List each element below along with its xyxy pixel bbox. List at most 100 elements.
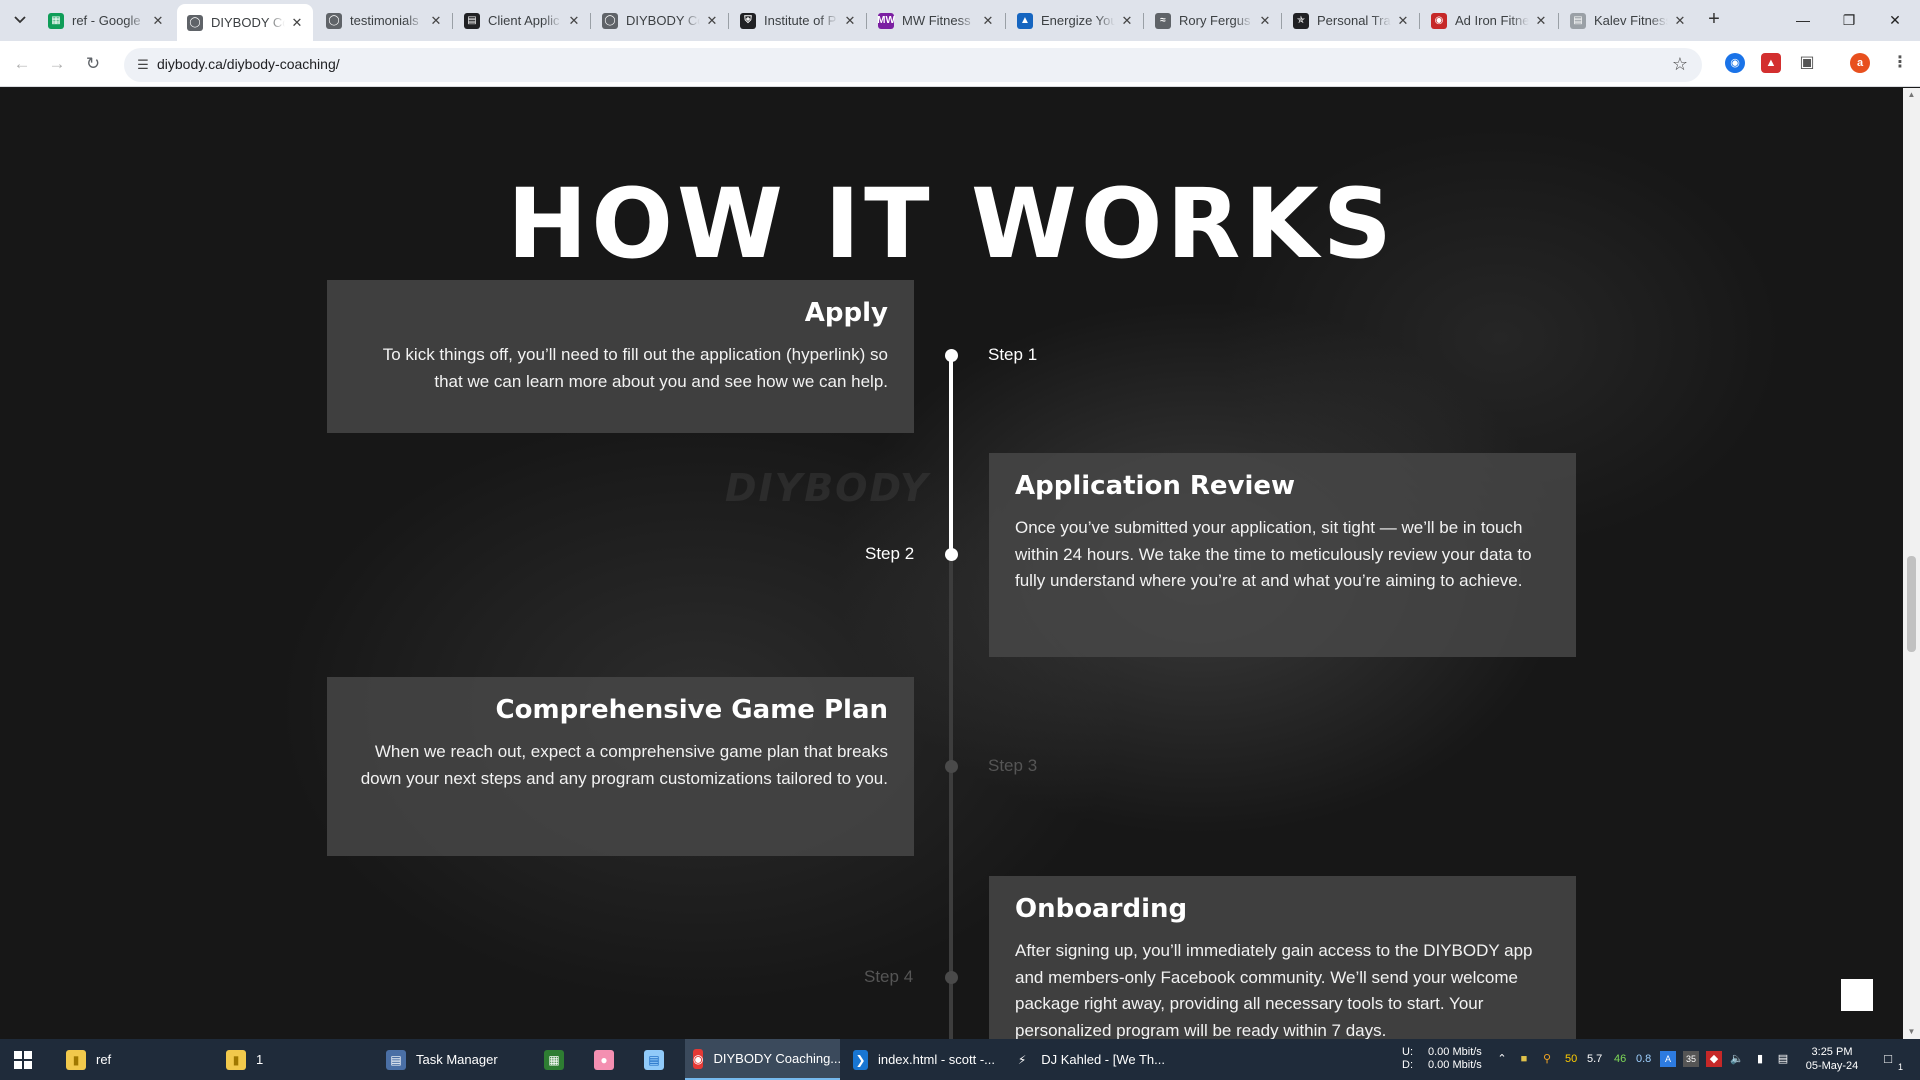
net-up-speed: 0.00 Mbit/s [1428,1046,1482,1058]
close-window-button[interactable]: ✕ [1872,4,1918,36]
back-to-top-button[interactable] [1841,979,1873,1011]
network-icon[interactable]: ▤ [1775,1051,1791,1067]
notifications-icon[interactable]: □ [1880,1051,1896,1067]
tray-security-icon[interactable]: ◆ [1706,1051,1722,1067]
taskbar-item[interactable]: ▮ ref [58,1039,208,1080]
minimize-button[interactable]: — [1780,4,1826,36]
close-tab-icon[interactable]: ✕ [704,13,720,29]
scroll-down-arrow-icon[interactable]: ▼ [1903,1025,1920,1039]
tab-title: Ad Iron Fitne [1455,13,1529,28]
tray-folder-icon[interactable]: ■ [1516,1051,1532,1067]
tray-stat-1: 50 [1565,1053,1578,1065]
close-tab-icon[interactable]: ✕ [1257,13,1273,29]
tab-strip: ▦ ref - Google ✕ ◯ DIYBODY Co ✕ ◯ testimonials ✕… [0,0,1920,41]
timeline-dot [945,760,958,773]
browser-tab[interactable]: ✯ Personal Tra ✕ [1283,6,1419,35]
browser-tab[interactable]: ⛨ Institute of P ✕ [730,6,866,35]
close-tab-icon[interactable]: ✕ [566,13,582,29]
tab-title: testimonials [350,13,419,28]
close-tab-icon[interactable]: ✕ [980,13,996,29]
taskbar-item[interactable]: ● [586,1039,626,1080]
extension-shield-icon[interactable]: ▲ [1761,53,1781,73]
task-manager-icon: ▤ [386,1049,406,1070]
forward-button[interactable]: → [43,50,71,78]
volume-icon[interactable]: 🔈 [1729,1051,1745,1067]
step-body: To kick things off, you’ll need to fill … [382,345,888,391]
browser-tab[interactable]: ◯ DIYBODY Co ✕ [592,6,728,35]
step-body: After signing up, you’ll immediately gai… [1015,941,1533,1039]
taskbar-item[interactable]: ⚡ DJ Kahled - [We Th... [1005,1039,1165,1080]
tab-title: Institute of P [764,13,837,28]
tray-expand-icon[interactable]: ⌃ [1494,1051,1510,1067]
extensions-puzzle-icon[interactable]: ▣ [1797,53,1817,73]
close-tab-icon[interactable]: ✕ [1533,13,1549,29]
vscode-icon: ❯ [853,1049,868,1070]
close-tab-icon[interactable]: ✕ [1119,13,1135,29]
close-tab-icon[interactable]: ✕ [842,13,858,29]
taskbar-item[interactable]: ❯ index.html - scott -... [845,1039,995,1080]
tab-search-button[interactable] [8,8,32,32]
tray-app-icon[interactable]: 35 [1683,1051,1699,1067]
site-info-icon[interactable]: ☰ [134,56,152,74]
profile-avatar[interactable]: a [1850,53,1870,73]
taskbar-item-label: ref [96,1052,112,1067]
step-card-game-plan: Comprehensive Game Plan When we reach ou… [327,677,914,856]
browser-tab[interactable]: ▤ Client Applic ✕ [454,6,590,35]
taskbar-item[interactable]: ▦ [536,1039,576,1080]
tab-title: Energize You [1041,13,1115,28]
close-tab-icon[interactable]: ✕ [428,13,444,29]
start-button[interactable] [0,1039,46,1080]
browser-tab[interactable]: MW MW Fitness ✕ [868,6,1004,35]
close-tab-icon[interactable]: ✕ [1672,13,1688,29]
browser-tab[interactable]: ◉ Ad Iron Fitne ✕ [1421,6,1557,35]
new-tab-button[interactable]: + [1702,8,1726,32]
browser-tab[interactable]: ▦ ref - Google ✕ [38,6,174,35]
clock-date[interactable]: 05-May-24 [1800,1060,1864,1073]
taskbar-item[interactable]: ▮ 1 [218,1039,368,1080]
folder-icon: ▮ [66,1049,86,1070]
windows-logo-icon [14,1050,32,1069]
tab-title: Client Applic [488,13,560,28]
taskbar-item[interactable]: ▤ [636,1039,676,1080]
timeline-dot [945,349,958,362]
restore-button[interactable]: ❐ [1826,4,1872,36]
browser-tab[interactable]: ◯ DIYBODY Co ✕ [177,4,313,41]
page-viewport: HOW IT WORKS DIYBODY Apply To kick thing… [0,88,1903,1039]
close-tab-icon[interactable]: ✕ [1395,13,1411,29]
tab-separator [728,13,729,29]
battery-icon[interactable]: ▮ [1752,1051,1768,1067]
net-down-label: D: [1402,1059,1413,1071]
timeline-dot [945,548,958,561]
browser-tab[interactable]: ▲ Energize You ✕ [1007,6,1143,35]
tab-title: Rory Fergus [1179,13,1251,28]
close-tab-icon[interactable]: ✕ [150,13,166,29]
url-text[interactable]: diybody.ca/diybody-coaching/ [157,56,340,72]
address-bar[interactable]: ☰ diybody.ca/diybody-coaching/ ☆ [124,48,1702,82]
tray-app-icon[interactable]: A [1660,1051,1676,1067]
tab-separator [1143,13,1144,29]
step-title: Apply [804,298,888,328]
page-scrollbar[interactable]: ▲ ▼ [1903,88,1920,1039]
extension-globe-icon[interactable]: ◉ [1725,53,1745,73]
browser-toolbar: ← → ↻ ☰ diybody.ca/diybody-coaching/ ☆ ◉… [0,41,1920,87]
browser-tab[interactable]: ◯ testimonials ✕ [316,6,452,35]
runner-icon: ✯ [1293,12,1309,29]
browser-tab[interactable]: ≈ Rory Fergus ✕ [1145,6,1281,35]
taskbar-item[interactable]: ◉ DIYBODY Coaching... [685,1039,841,1080]
browser-menu-icon[interactable]: ⋮ [1890,53,1910,73]
step-card-apply: Apply To kick things off, you’ll need to… [327,280,914,433]
back-button[interactable]: ← [8,50,36,78]
section-title: HOW IT WORKS [507,168,1396,280]
tray-search-icon[interactable]: ⚲ [1539,1051,1555,1067]
bookmark-star-icon[interactable]: ☆ [1672,54,1688,75]
pig-icon: ● [594,1049,614,1070]
scrollbar-thumb[interactable] [1907,556,1916,652]
close-tab-icon[interactable]: ✕ [289,15,305,31]
reload-button[interactable]: ↻ [79,50,107,78]
taskbar-item[interactable]: ▤ Task Manager [378,1039,528,1080]
browser-tab[interactable]: ▤ Kalev Fitness ✕ [1560,6,1696,35]
clock-time[interactable]: 3:25 PM [1800,1046,1864,1059]
page-icon: ▤ [1570,12,1586,29]
scroll-up-arrow-icon[interactable]: ▲ [1903,88,1920,102]
taskbar-item-label: DJ Kahled - [We Th... [1041,1052,1165,1067]
